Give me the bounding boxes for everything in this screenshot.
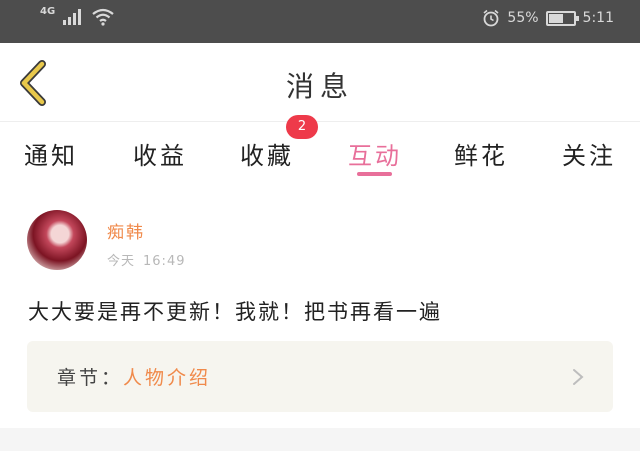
tab-bar: 通知 收益 收藏 互动 鲜花 关注 — [0, 122, 640, 184]
status-bar-right: 55% 5:11 — [482, 9, 614, 27]
alarm-icon — [483, 9, 499, 27]
battery-percent: 55% — [507, 10, 539, 26]
message-timestamp: 今天 16:49 — [107, 250, 185, 269]
chapter-label: 章节：人物介绍 — [57, 363, 211, 390]
tab-flowers[interactable]: 鲜花 — [454, 136, 508, 171]
status-time: 5:11 — [582, 10, 614, 26]
user-avatar[interactable] — [27, 210, 87, 270]
signal-icon — [63, 9, 82, 25]
tab-notifications[interactable]: 通知 — [24, 136, 78, 171]
active-tab-indicator — [357, 172, 392, 176]
page-title: 消息 — [285, 70, 354, 103]
tab-earnings[interactable]: 收益 — [133, 136, 187, 171]
chapter-name: 人物介绍 — [123, 367, 212, 389]
chevron-right-icon — [573, 369, 584, 385]
tab-favorites[interactable]: 收藏 — [240, 136, 294, 171]
battery-icon — [545, 10, 579, 26]
app-header: 消息 — [0, 43, 640, 122]
message-date: 今天 — [107, 254, 136, 269]
list-separator — [0, 428, 640, 451]
favorites-badge: 2 — [286, 115, 318, 139]
tab-following[interactable]: 关注 — [562, 136, 616, 171]
status-bar-left: 4G — [40, 5, 115, 26]
network-type: 4G — [40, 5, 56, 17]
chapter-link[interactable]: 章节：人物介绍 — [27, 341, 613, 412]
message-content: 大大要是再不更新！我就！把书再看一遍 — [28, 300, 442, 324]
tab-interactions[interactable]: 互动 — [348, 136, 402, 171]
wifi-icon — [92, 8, 114, 26]
username[interactable]: 痴韩 — [107, 218, 145, 243]
chapter-prefix: 章节： — [57, 367, 124, 389]
message-time: 16:49 — [143, 254, 186, 269]
status-bar: 4G 55% 5:11 — [0, 0, 640, 43]
